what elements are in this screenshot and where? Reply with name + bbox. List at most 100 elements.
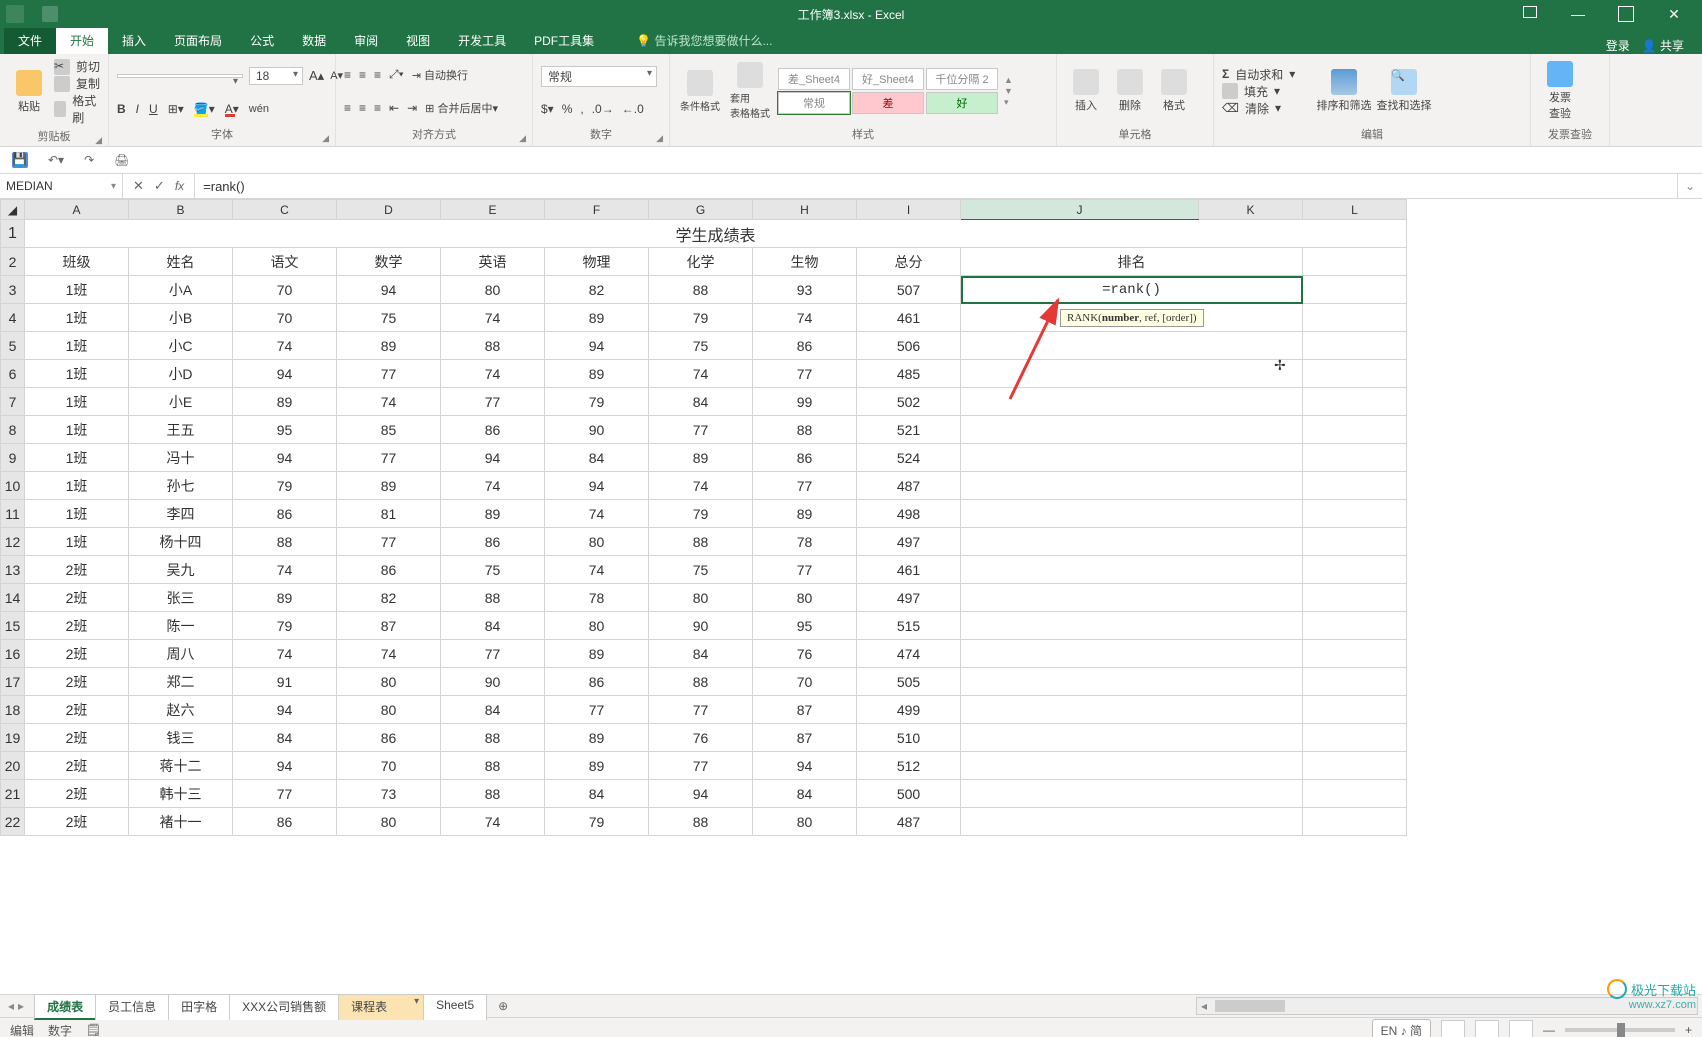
- cell[interactable]: [1303, 388, 1407, 416]
- cell[interactable]: 94: [545, 472, 649, 500]
- style-bad-sheet4[interactable]: 差_Sheet4: [778, 68, 850, 90]
- cell[interactable]: 84: [753, 780, 857, 808]
- cell[interactable]: 2班: [25, 640, 129, 668]
- cell[interactable]: 74: [441, 360, 545, 388]
- cell[interactable]: 461: [857, 556, 961, 584]
- sort-filter-button[interactable]: 排序和筛选: [1316, 69, 1372, 113]
- row-header[interactable]: 15: [1, 612, 25, 640]
- cell[interactable]: 86: [753, 332, 857, 360]
- cell[interactable]: 94: [545, 332, 649, 360]
- cell[interactable]: [961, 668, 1303, 696]
- cell[interactable]: 89: [441, 500, 545, 528]
- find-select-button[interactable]: 🔍查找和选择: [1376, 69, 1432, 113]
- cell[interactable]: 74: [337, 640, 441, 668]
- tab-developer[interactable]: 开发工具: [444, 27, 520, 54]
- page-break-view-button[interactable]: [1509, 1020, 1533, 1037]
- cell[interactable]: [961, 808, 1303, 836]
- cell[interactable]: [1303, 584, 1407, 612]
- scroll-left-icon[interactable]: ◂: [1197, 999, 1211, 1013]
- cell[interactable]: 502: [857, 388, 961, 416]
- cell[interactable]: 89: [545, 640, 649, 668]
- col-header-A[interactable]: A: [25, 200, 129, 220]
- tab-formulas[interactable]: 公式: [236, 27, 288, 54]
- tab-data[interactable]: 数据: [288, 27, 340, 54]
- cell[interactable]: 90: [441, 668, 545, 696]
- cell[interactable]: 1班: [25, 276, 129, 304]
- cell[interactable]: 474: [857, 640, 961, 668]
- cell[interactable]: 74: [649, 360, 753, 388]
- sheet-nav-first[interactable]: ◂: [8, 999, 14, 1013]
- cell[interactable]: [1303, 752, 1407, 780]
- editing-cell[interactable]: =rank(): [961, 276, 1303, 304]
- cell[interactable]: 87: [753, 724, 857, 752]
- cell[interactable]: 周八: [129, 640, 233, 668]
- scroll-thumb[interactable]: [1215, 1000, 1285, 1012]
- cell[interactable]: 81: [337, 500, 441, 528]
- cell[interactable]: 2班: [25, 808, 129, 836]
- tab-home[interactable]: 开始: [56, 27, 108, 54]
- cell[interactable]: 84: [545, 444, 649, 472]
- cell[interactable]: 2班: [25, 612, 129, 640]
- styles-scroll-up[interactable]: ▲: [1004, 75, 1013, 85]
- cell[interactable]: 70: [753, 668, 857, 696]
- cell[interactable]: 505: [857, 668, 961, 696]
- minimize-button[interactable]: —: [1556, 0, 1600, 28]
- cell[interactable]: 499: [857, 696, 961, 724]
- cell[interactable]: 75: [649, 332, 753, 360]
- tab-pdf-tools[interactable]: PDF工具集: [520, 27, 608, 54]
- cell[interactable]: 冯十: [129, 444, 233, 472]
- cell[interactable]: [1303, 668, 1407, 696]
- cell[interactable]: 93: [753, 276, 857, 304]
- cell[interactable]: 84: [545, 780, 649, 808]
- cell[interactable]: 78: [753, 528, 857, 556]
- cell[interactable]: 88: [753, 416, 857, 444]
- invoice-check-button[interactable]: 发票 查验: [1539, 58, 1581, 124]
- cell[interactable]: 79: [649, 304, 753, 332]
- clear-button[interactable]: ⌫ 清除▾: [1222, 100, 1312, 117]
- cell[interactable]: [961, 696, 1303, 724]
- increase-font-icon[interactable]: A▴: [309, 68, 324, 84]
- cell[interactable]: [961, 444, 1303, 472]
- cell[interactable]: 497: [857, 584, 961, 612]
- cell[interactable]: 79: [233, 612, 337, 640]
- cell[interactable]: 86: [441, 416, 545, 444]
- cell[interactable]: 李四: [129, 500, 233, 528]
- cell[interactable]: 74: [545, 500, 649, 528]
- zoom-slider[interactable]: [1565, 1028, 1675, 1032]
- style-normal[interactable]: 常规: [778, 92, 850, 114]
- col-header-B[interactable]: B: [129, 200, 233, 220]
- cell[interactable]: [1303, 500, 1407, 528]
- cell[interactable]: 89: [233, 388, 337, 416]
- sheet-tab[interactable]: 课程表: [338, 994, 424, 1020]
- cell[interactable]: 87: [337, 612, 441, 640]
- row-header[interactable]: 16: [1, 640, 25, 668]
- cell[interactable]: 89: [337, 332, 441, 360]
- cell[interactable]: 2班: [25, 752, 129, 780]
- cell[interactable]: 88: [441, 752, 545, 780]
- number-dialog-launcher[interactable]: ◢: [656, 133, 663, 144]
- row-header[interactable]: 4: [1, 304, 25, 332]
- cell[interactable]: [961, 416, 1303, 444]
- table-header-cell[interactable]: 数学: [337, 248, 441, 276]
- cell[interactable]: [1303, 808, 1407, 836]
- cell[interactable]: [961, 360, 1303, 388]
- decrease-indent-icon[interactable]: ⇤: [389, 101, 399, 115]
- align-middle-icon[interactable]: ≡: [359, 68, 366, 82]
- cell[interactable]: 485: [857, 360, 961, 388]
- col-header-K[interactable]: K: [1199, 200, 1303, 220]
- cell[interactable]: 85: [337, 416, 441, 444]
- table-header-cell[interactable]: 总分: [857, 248, 961, 276]
- row-header[interactable]: 2: [1, 248, 25, 276]
- style-good-sheet4[interactable]: 好_Sheet4: [852, 68, 924, 90]
- cell[interactable]: 74: [753, 304, 857, 332]
- style-thousands[interactable]: 千位分隔 2: [926, 68, 998, 90]
- cell[interactable]: 524: [857, 444, 961, 472]
- cell[interactable]: 94: [233, 444, 337, 472]
- cell[interactable]: 70: [233, 304, 337, 332]
- cell[interactable]: 79: [545, 388, 649, 416]
- align-right-icon[interactable]: ≡: [374, 101, 381, 115]
- cell[interactable]: 78: [545, 584, 649, 612]
- cell[interactable]: 89: [233, 584, 337, 612]
- cell[interactable]: 74: [233, 332, 337, 360]
- cut-button[interactable]: ✂剪切: [54, 58, 100, 75]
